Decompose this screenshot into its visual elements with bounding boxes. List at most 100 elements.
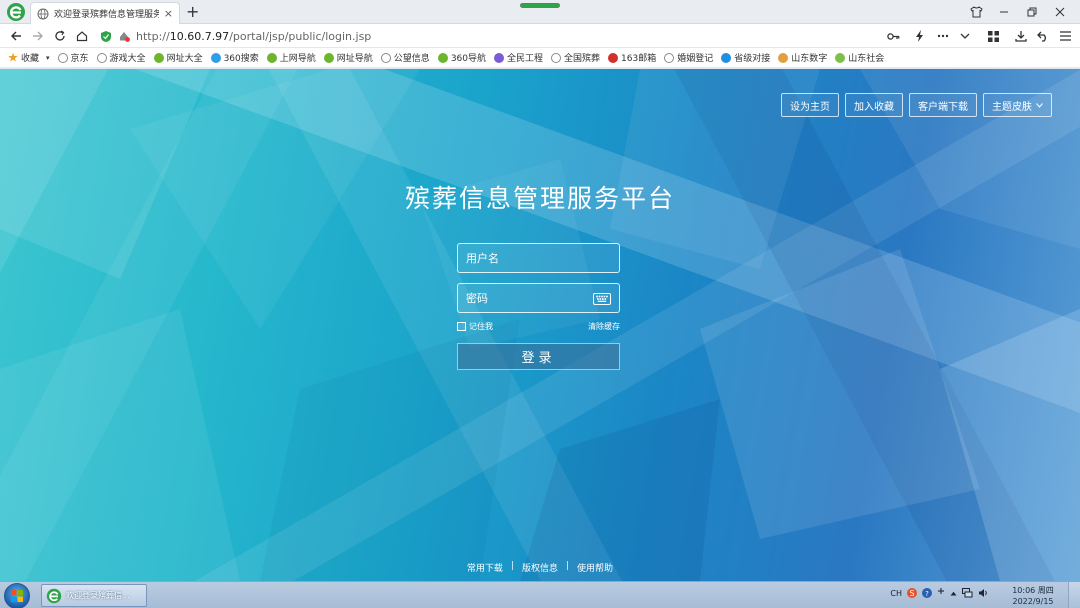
login-button[interactable]: 登录 (457, 343, 620, 370)
remember-me[interactable]: 记住我 (457, 321, 493, 332)
360-icon (210, 52, 221, 63)
bookmark-item[interactable]: 163邮箱 (606, 49, 658, 67)
shirt-theme-icon[interactable] (962, 0, 990, 24)
bookmark-item[interactable]: 全民工程 (492, 49, 545, 67)
help-icon[interactable]: ? (922, 588, 932, 598)
home-icon[interactable] (72, 26, 92, 46)
volume-icon[interactable] (978, 588, 988, 598)
bookmark-item[interactable]: 360导航 (436, 49, 488, 67)
globe-icon (57, 52, 68, 63)
new-tab-button[interactable]: + (186, 2, 199, 22)
chevron-down-icon[interactable] (954, 26, 976, 46)
virtual-keyboard-icon[interactable] (593, 293, 611, 305)
undo-icon[interactable] (1032, 26, 1054, 46)
taskbar-browser-window[interactable]: 欢迎登录殡葬信... (41, 584, 147, 607)
login-page: 设为主页 加入收藏 客户端下载 主题皮肤 殡葬信息管理服务平台 用户名 密码 记… (0, 69, 1080, 581)
download-icon[interactable] (1010, 26, 1032, 46)
bookmark-item[interactable]: 公望信息 (379, 49, 432, 67)
lightning-icon[interactable] (908, 26, 930, 46)
apps-grid-icon[interactable] (982, 26, 1004, 46)
tab-close-icon[interactable]: × (164, 8, 173, 19)
sogou-ime-icon[interactable]: S (907, 588, 917, 598)
bookmark-item[interactable]: 山东社会 (833, 49, 886, 67)
bookmark-item[interactable]: 全国殡葬 (549, 49, 602, 67)
footer-separator: | (510, 561, 514, 571)
globe-icon (37, 8, 49, 19)
bookmark-item[interactable]: 网址大全 (152, 49, 205, 67)
tool-icon[interactable] (937, 588, 945, 598)
footer-link-help[interactable]: 使用帮助 (577, 561, 613, 574)
bookmark-item[interactable]: 京东 (56, 49, 91, 67)
header-actions: 设为主页 加入收藏 客户端下载 主题皮肤 (781, 93, 1052, 117)
footer-link-downloads[interactable]: 常用下载 (467, 561, 503, 574)
bookmark-label: 山东数字 (791, 54, 828, 64)
system-clock[interactable]: 10:06 周四 2022/9/15 (1004, 585, 1062, 607)
mail-icon (608, 52, 619, 63)
client-download-button[interactable]: 客户端下载 (909, 93, 977, 117)
bookmark-label: 京东 (70, 54, 89, 64)
menu-icon[interactable] (1054, 26, 1076, 46)
minimize-icon[interactable] (990, 0, 1018, 24)
restore-icon[interactable] (1018, 0, 1046, 24)
address-bar: http://10.60.7.97/portal/jsp/public/logi… (0, 24, 1080, 48)
bookmark-label: 游戏大全 (109, 54, 146, 64)
bird-icon (721, 52, 732, 63)
username-input[interactable]: 用户名 (457, 243, 620, 273)
page-title: 殡葬信息管理服务平台 (404, 184, 675, 213)
login-options: 记住我 清除缓存 (457, 320, 620, 332)
show-hidden-icons-icon[interactable] (950, 591, 957, 596)
windows-taskbar: 欢迎登录殡葬信... CH S ? 10:06 周四 2022/9/15 (0, 581, 1080, 608)
login-form: 用户名 密码 记住我 清除缓存 登录 (457, 243, 620, 370)
browser-logo-icon (46, 588, 62, 603)
url-text[interactable]: http://10.60.7.97/portal/jsp/public/logi… (136, 30, 371, 43)
bookmark-item[interactable]: 上网导航 (265, 49, 318, 67)
bookmark-label: 360导航 (450, 54, 486, 64)
set-homepage-button[interactable]: 设为主页 (781, 93, 839, 117)
system-tray: CH S ? (890, 588, 988, 598)
browser-logo-icon[interactable] (6, 2, 26, 22)
tab-title: 欢迎登录殡葬信息管理服务平 (54, 10, 159, 20)
bookmark-label: 360搜索 (223, 54, 259, 64)
footer-link-copyright[interactable]: 版权信息 (522, 561, 558, 574)
back-icon[interactable] (6, 26, 26, 46)
network-icon[interactable] (962, 588, 973, 598)
theme-skin-button[interactable]: 主题皮肤 (983, 93, 1052, 117)
username-placeholder: 用户名 (466, 252, 499, 265)
ime-indicator[interactable]: CH (890, 589, 902, 598)
bookmark-item[interactable]: 游戏大全 (95, 49, 148, 67)
bookmark-item[interactable]: 山东数字 (776, 49, 829, 67)
bookmark-item[interactable]: 婚姻登记 (662, 49, 715, 67)
theme-skin-label: 主题皮肤 (992, 101, 1032, 113)
forward-icon[interactable] (28, 26, 48, 46)
password-placeholder: 密码 (466, 292, 488, 305)
key-icon[interactable] (882, 26, 904, 46)
svg-text:?: ? (925, 590, 929, 598)
add-favorite-button[interactable]: 加入收藏 (845, 93, 903, 117)
browser-tab-bar: 欢迎登录殡葬信息管理服务平 × + (0, 0, 1080, 24)
more-icon[interactable] (932, 26, 954, 46)
gem-icon (494, 52, 504, 63)
url-field[interactable]: http://10.60.7.97/portal/jsp/public/logi… (100, 26, 371, 46)
browser-tab-active[interactable]: 欢迎登录殡葬信息管理服务平 × (30, 2, 180, 24)
bookmark-item[interactable]: 网址导航 (322, 49, 375, 67)
sd-icon (778, 52, 789, 63)
bookmark-label: 婚姻登记 (677, 54, 714, 64)
start-button-icon[interactable] (4, 583, 30, 608)
window-drag-handle[interactable] (520, 3, 560, 8)
chevron-down-icon (1036, 102, 1043, 108)
bookmark-item[interactable]: 360搜索 (209, 49, 261, 67)
bookmarks-dropdown-icon[interactable]: ▾ (46, 54, 50, 62)
close-icon[interactable] (1046, 0, 1074, 24)
clear-cache-link[interactable]: 清除缓存 (588, 321, 620, 332)
password-input[interactable]: 密码 (457, 283, 620, 313)
bookmark-label: 网址大全 (166, 54, 203, 64)
globe-icon (664, 52, 675, 63)
show-desktop-button[interactable] (1068, 582, 1080, 608)
not-secure-icon[interactable] (118, 30, 130, 42)
bookmark-item[interactable]: 省级对接 (719, 49, 772, 67)
bookmark-label: 山东社会 (848, 54, 885, 64)
bookmark-label: 全民工程 (507, 54, 544, 64)
remember-me-checkbox[interactable] (457, 321, 466, 331)
refresh-icon[interactable] (50, 26, 70, 46)
bookmark-item[interactable]: 收藏 ▾ (6, 49, 52, 67)
